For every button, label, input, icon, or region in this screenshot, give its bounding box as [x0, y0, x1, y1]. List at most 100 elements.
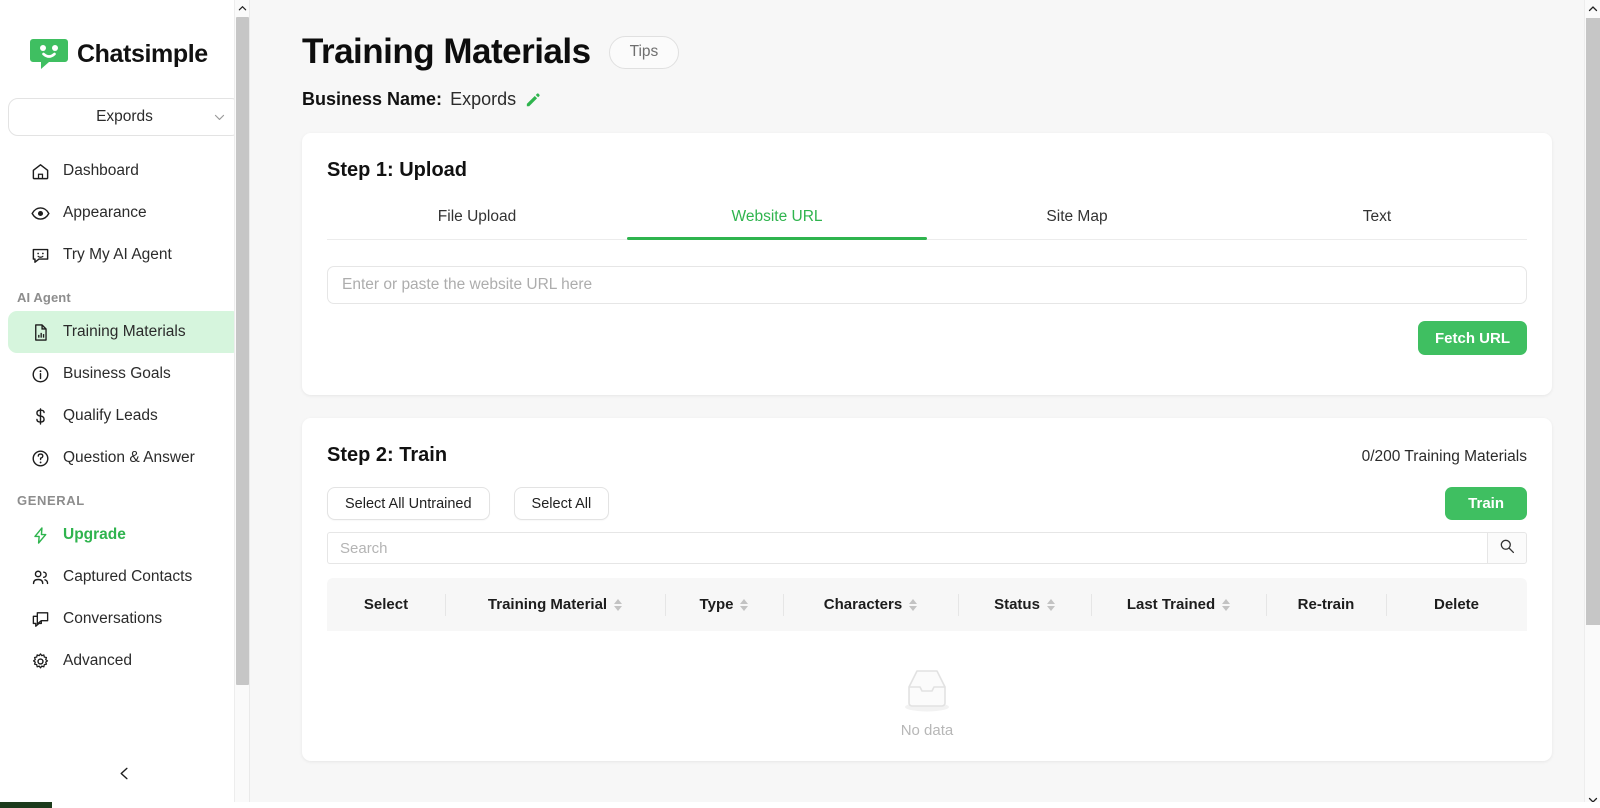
sidebar: Chatsimple Expords Dashboard Appearance — [0, 0, 250, 808]
chat-bubbles-icon — [31, 610, 50, 629]
main-scrollbar[interactable] — [1584, 0, 1600, 808]
chevron-down-icon — [213, 111, 226, 124]
select-all-untrained-button[interactable]: Select All Untrained — [327, 487, 490, 520]
table-empty-state: No data — [327, 631, 1527, 761]
sort-toggle-icon[interactable] — [740, 599, 748, 611]
sidebar-item-captured-contacts[interactable]: Captured Contacts — [8, 556, 241, 598]
tips-label: Tips — [630, 43, 659, 61]
sidebar-scrollbar-thumb[interactable] — [236, 17, 249, 685]
empty-tray-icon — [894, 665, 960, 715]
website-url-input[interactable] — [327, 266, 1527, 304]
scroll-up-arrow-icon[interactable] — [235, 0, 250, 16]
sidebar-item-label: Dashboard — [63, 162, 139, 180]
column-header-type[interactable]: Type — [665, 578, 783, 631]
sidebar-item-training-materials[interactable]: Training Materials — [8, 311, 241, 353]
business-name-label: Business Name: — [302, 89, 442, 110]
lightning-bolt-icon — [31, 526, 50, 545]
question-circle-icon — [31, 449, 50, 468]
train-actions-row: Select All Untrained Select All Train — [327, 487, 1527, 520]
business-name-value: Expords — [450, 89, 516, 110]
column-label: Type — [700, 596, 734, 613]
step2-train-card: Step 2: Train 0/200 Training Materials S… — [302, 418, 1552, 761]
chevron-left-icon — [117, 766, 132, 786]
search-input[interactable] — [327, 532, 1487, 564]
training-materials-table: Select Training Material Type Characters — [327, 578, 1527, 761]
sort-toggle-icon[interactable] — [614, 599, 622, 611]
sidebar-item-label: Appearance — [63, 204, 147, 222]
sidebar-item-label: Try My AI Agent — [63, 246, 172, 264]
sidebar-item-upgrade[interactable]: Upgrade — [8, 514, 241, 556]
empty-state-text: No data — [901, 722, 954, 739]
gear-icon — [31, 652, 50, 671]
home-icon — [31, 162, 50, 181]
business-name-row: Business Name: Expords — [302, 89, 1552, 110]
tab-website-url[interactable]: Website URL — [627, 208, 927, 239]
column-label: Status — [994, 596, 1040, 613]
search-button[interactable] — [1487, 532, 1527, 564]
sidebar-item-label: Business Goals — [63, 365, 171, 383]
column-header-select: Select — [327, 578, 445, 631]
page-title: Training Materials — [302, 32, 591, 72]
sidebar-item-advanced[interactable]: Advanced — [8, 640, 241, 682]
sidebar-item-try-my-ai-agent[interactable]: Try My AI Agent — [8, 234, 241, 276]
tips-button[interactable]: Tips — [609, 36, 680, 69]
sidebar-item-appearance[interactable]: Appearance — [8, 192, 241, 234]
select-all-button[interactable]: Select All — [514, 487, 610, 520]
main-scrollbar-thumb[interactable] — [1586, 18, 1600, 625]
tab-site-map[interactable]: Site Map — [927, 208, 1227, 239]
main-content: Training Materials Tips Business Name: E… — [250, 0, 1600, 808]
sidebar-item-dashboard[interactable]: Dashboard — [8, 150, 241, 192]
step2-header: Step 2: Train 0/200 Training Materials — [327, 444, 1527, 467]
search-icon — [1499, 538, 1515, 559]
dollar-icon — [31, 407, 50, 426]
sidebar-item-label: Advanced — [63, 652, 132, 670]
column-label: Training Material — [488, 596, 607, 613]
column-label: Re-train — [1298, 596, 1355, 613]
sort-toggle-icon[interactable] — [909, 599, 917, 611]
sidebar-group-title-ai-agent: AI Agent — [0, 276, 249, 311]
tab-text[interactable]: Text — [1227, 208, 1527, 239]
app-root: Chatsimple Expords Dashboard Appearance — [0, 0, 1600, 808]
sidebar-item-label: Captured Contacts — [63, 568, 192, 586]
training-materials-quota: 0/200 Training Materials — [1362, 448, 1527, 466]
column-header-status[interactable]: Status — [958, 578, 1091, 631]
train-button[interactable]: Train — [1445, 487, 1527, 520]
column-header-delete: Delete — [1386, 578, 1527, 631]
horizontal-scrollbar[interactable] — [0, 802, 1600, 808]
upload-source-tabs: File Upload Website URL Site Map Text — [327, 208, 1527, 240]
pencil-icon[interactable] — [524, 91, 541, 108]
workspace-selector[interactable]: Expords — [8, 98, 241, 136]
sort-toggle-icon[interactable] — [1047, 599, 1055, 611]
workspace-label: Expords — [96, 108, 153, 126]
sidebar-item-business-goals[interactable]: Business Goals — [8, 353, 241, 395]
sidebar-item-conversations[interactable]: Conversations — [8, 598, 241, 640]
sidebar-item-question-answer[interactable]: Question & Answer — [8, 437, 241, 479]
sidebar-item-qualify-leads[interactable]: Qualify Leads — [8, 395, 241, 437]
sidebar-item-label: Training Materials — [63, 323, 186, 341]
search-row — [327, 532, 1527, 564]
horizontal-scrollbar-thumb[interactable] — [0, 802, 52, 808]
column-header-characters[interactable]: Characters — [783, 578, 958, 631]
chat-smile-icon — [31, 246, 50, 265]
column-label: Characters — [824, 596, 902, 613]
sort-toggle-icon[interactable] — [1222, 599, 1230, 611]
fetch-url-row: Fetch URL — [327, 321, 1527, 395]
sidebar-scrollbar[interactable] — [234, 0, 249, 808]
sidebar-item-label: Conversations — [63, 610, 162, 628]
sidebar-item-label: Qualify Leads — [63, 407, 158, 425]
table-header-row: Select Training Material Type Characters — [327, 578, 1527, 631]
column-header-training-material[interactable]: Training Material — [445, 578, 665, 631]
brand-name: Chatsimple — [77, 40, 208, 69]
info-circle-icon — [31, 365, 50, 384]
tab-file-upload[interactable]: File Upload — [327, 208, 627, 239]
page-header: Training Materials Tips — [302, 0, 1552, 72]
users-icon — [31, 568, 50, 587]
column-header-last-trained[interactable]: Last Trained — [1091, 578, 1266, 631]
fetch-url-button[interactable]: Fetch URL — [1418, 321, 1527, 355]
sidebar-nav: Dashboard Appearance Try My AI Agent AI … — [0, 150, 249, 682]
brand: Chatsimple — [0, 0, 249, 80]
sidebar-collapse-button[interactable] — [0, 766, 249, 786]
eye-icon — [31, 204, 50, 223]
sidebar-item-label: Upgrade — [63, 526, 126, 544]
scroll-up-arrow-icon[interactable] — [1585, 0, 1600, 17]
